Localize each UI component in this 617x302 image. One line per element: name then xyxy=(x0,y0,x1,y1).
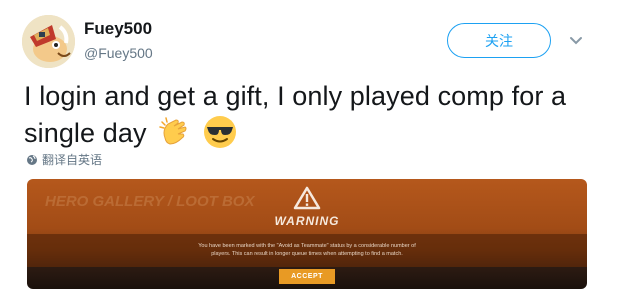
background-game-text: HERO GALLERY / LOOT BOX xyxy=(45,193,255,210)
clapping-hands-icon xyxy=(156,114,192,150)
warning-title: WARNING xyxy=(274,214,340,228)
avatar[interactable] xyxy=(22,15,75,68)
smiling-face-with-sunglasses-icon xyxy=(202,114,238,150)
translate-link[interactable]: 翻译自英语 xyxy=(26,151,102,168)
more-options-button[interactable] xyxy=(566,32,586,50)
display-name[interactable]: Fuey500 xyxy=(84,19,152,39)
follow-button[interactable]: 关注 xyxy=(447,23,551,58)
accept-button: ACCEPT xyxy=(279,269,335,284)
warning-triangle-icon xyxy=(293,186,321,210)
user-handle[interactable]: @Fuey500 xyxy=(84,45,153,61)
tweet-text: I login and get a gift, I only played co… xyxy=(24,79,604,151)
translate-label: 翻译自英语 xyxy=(42,153,103,167)
warning-message: You have been marked with the "Avoid as … xyxy=(198,243,416,257)
cartoon-avatar-icon xyxy=(22,15,75,68)
tweet-body: I login and get a gift, I only played co… xyxy=(24,81,567,148)
globe-icon xyxy=(27,154,37,165)
chevron-down-icon xyxy=(570,37,582,45)
tweet-media-image[interactable]: HERO GALLERY / LOOT BOX WARNING You have… xyxy=(27,179,587,289)
